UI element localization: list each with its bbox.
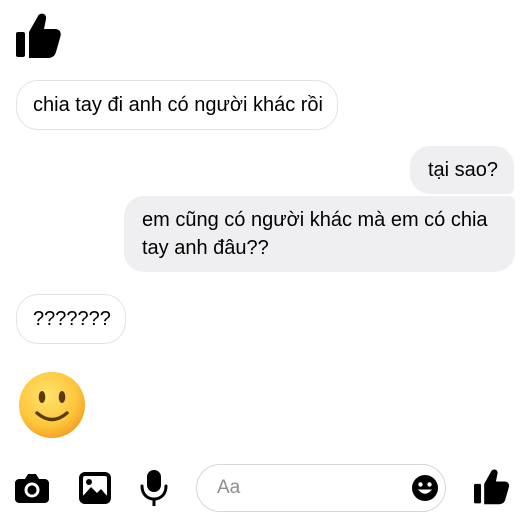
- message-text: ???????: [33, 308, 111, 330]
- message-text: em cũng có người khác mà em có chia tay …: [142, 209, 488, 259]
- message-text: chia tay đi anh có người khác rồi: [33, 94, 323, 116]
- image-icon[interactable]: [78, 471, 112, 505]
- received-like-icon: [16, 12, 62, 60]
- message-input[interactable]: [217, 475, 397, 501]
- like-icon[interactable]: [474, 468, 510, 506]
- camera-icon[interactable]: [14, 471, 50, 505]
- message-bubble-incoming[interactable]: chia tay đi anh có người khác rồi: [16, 80, 338, 130]
- message-composer[interactable]: [196, 464, 446, 512]
- message-text: tại sao?: [427, 159, 498, 181]
- message-bubble-outgoing[interactable]: em cũng có người khác mà em có chia tay …: [124, 196, 515, 272]
- message-bubble-outgoing[interactable]: tại sao?: [409, 146, 514, 194]
- slightly-smiling-face-emoji-icon: [18, 371, 86, 439]
- message-bubble-incoming[interactable]: ???????: [16, 294, 126, 344]
- emoji-icon[interactable]: [411, 474, 439, 502]
- microphone-icon[interactable]: [140, 469, 168, 507]
